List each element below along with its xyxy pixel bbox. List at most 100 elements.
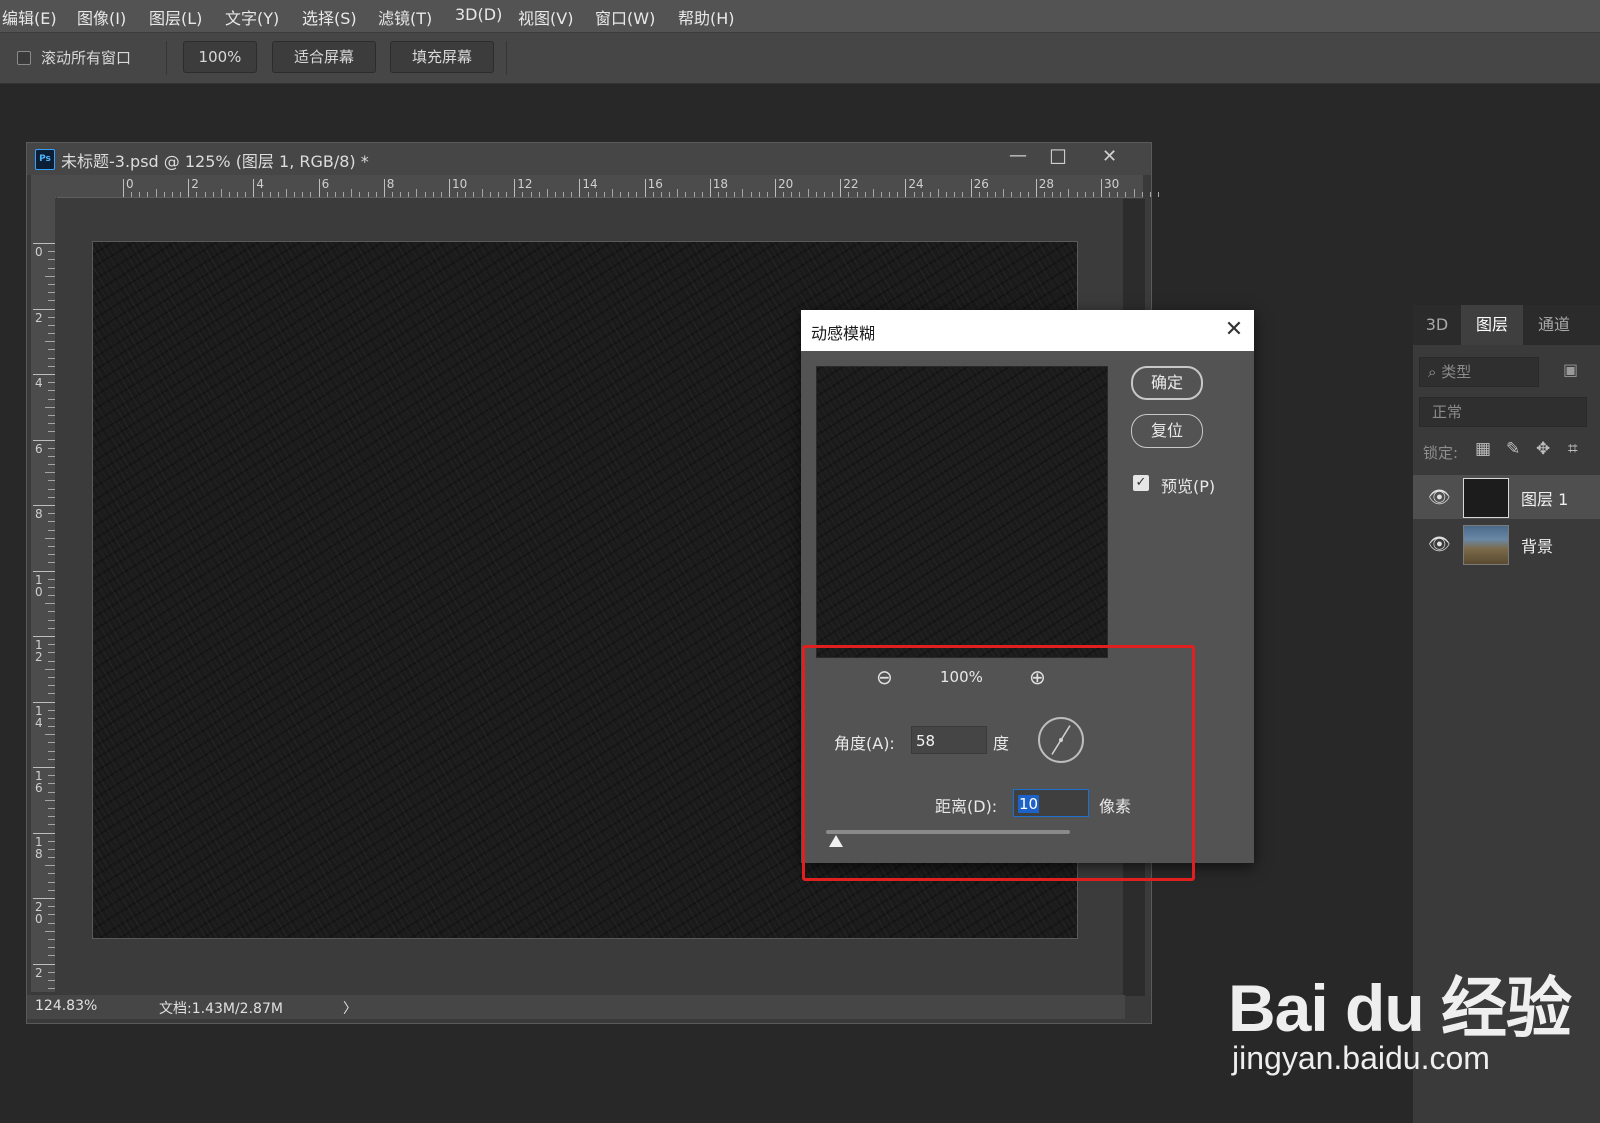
- baidu-jingyan-watermark-logo: Bai du 经验: [1228, 955, 1572, 1051]
- menu-filter[interactable]: 滤镜(T): [378, 5, 432, 29]
- ruler-minor-tick: [856, 192, 858, 197]
- ruler-tick: [253, 179, 255, 197]
- photoshop-file-icon: Ps: [35, 149, 55, 170]
- ruler-minor-tick: [302, 192, 304, 197]
- tab-layers[interactable]: 图层: [1461, 305, 1523, 345]
- ruler-minor-tick: [799, 192, 801, 197]
- layer-name: 背景: [1521, 537, 1554, 556]
- preview-checkbox[interactable]: ✓: [1133, 475, 1149, 491]
- lock-position-icon[interactable]: ✥: [1536, 439, 1550, 459]
- ruler-minor-tick: [45, 668, 55, 670]
- status-menu-arrow-icon[interactable]: 〉: [343, 998, 357, 1018]
- ruler-minor-tick: [1003, 189, 1005, 197]
- scroll-all-label: 滚动所有窗口: [41, 49, 132, 67]
- ruler-minor-tick: [497, 192, 499, 197]
- menu-help[interactable]: 帮助(H): [678, 5, 735, 29]
- ruler-minor-tick: [48, 750, 55, 752]
- ruler-minor-tick: [48, 455, 55, 457]
- lock-transparency-icon[interactable]: ▦: [1475, 439, 1491, 459]
- dialog-title-bar[interactable]: 动感模糊 ✕: [801, 310, 1254, 351]
- visibility-eye-icon[interactable]: 👁: [1428, 487, 1451, 508]
- ruler-minor-tick: [48, 816, 55, 818]
- ruler-minor-tick: [432, 192, 434, 197]
- menu-3d[interactable]: 3D(D): [455, 5, 502, 24]
- ruler-minor-tick: [48, 955, 55, 957]
- blend-mode-select[interactable]: 正常: [1419, 397, 1587, 427]
- menu-image[interactable]: 图像(I): [77, 5, 126, 29]
- layer-filter-field[interactable]: ⌕ 类型: [1419, 357, 1539, 387]
- ruler-minor-tick: [48, 414, 55, 416]
- ruler-label: 6: [35, 441, 43, 456]
- document-title: 未标题-3.psd @ 125% (图层 1, RGB/8) *: [61, 152, 369, 171]
- ruler-minor-tick: [962, 192, 964, 197]
- ruler-minor-tick: [48, 390, 55, 392]
- ruler-minor-tick: [48, 283, 55, 285]
- layer-thumbnail: [1463, 525, 1509, 565]
- ruler-minor-tick: [351, 189, 353, 197]
- ruler-label: 18: [712, 177, 729, 191]
- fill-screen-button[interactable]: 填充屏幕: [390, 41, 494, 73]
- image-filter-icon[interactable]: ▣: [1563, 360, 1578, 379]
- ruler-minor-tick: [163, 192, 165, 197]
- filter-preview[interactable]: [816, 366, 1108, 658]
- minimize-icon[interactable]: —: [1009, 145, 1027, 166]
- ruler-minor-tick: [48, 611, 55, 613]
- ruler-minor-tick: [783, 192, 785, 197]
- ruler-minor-tick: [45, 406, 55, 408]
- ruler-label: 1 6: [35, 769, 43, 795]
- menu-view[interactable]: 视图(V): [518, 5, 573, 29]
- ruler-tick: [970, 179, 972, 197]
- ruler-minor-tick: [815, 192, 817, 197]
- menu-window[interactable]: 窗口(W): [595, 5, 655, 29]
- maximize-icon[interactable]: ☐: [1049, 145, 1067, 169]
- layer-row[interactable]: 👁 背景: [1413, 522, 1600, 566]
- ruler-minor-tick: [48, 971, 55, 973]
- document-title-bar[interactable]: Ps 未标题-3.psd @ 125% (图层 1, RGB/8) * — ☐ …: [27, 143, 1151, 175]
- ruler-minor-tick: [1076, 192, 1078, 197]
- ruler-label: 1 2: [35, 638, 43, 664]
- visibility-eye-icon[interactable]: 👁: [1428, 534, 1451, 555]
- ok-button[interactable]: 确定: [1131, 366, 1203, 400]
- ruler-minor-tick: [563, 192, 565, 197]
- scroll-all-checkbox[interactable]: [17, 51, 31, 65]
- ruler-minor-tick: [954, 192, 956, 197]
- ruler-tick: [449, 179, 450, 197]
- ruler-minor-tick: [986, 192, 988, 197]
- menu-type[interactable]: 文字(Y): [225, 5, 279, 29]
- ruler-label: 30: [1104, 177, 1120, 191]
- ruler-label: 1 0: [35, 572, 43, 599]
- ruler-minor-tick: [269, 192, 271, 197]
- fit-screen-button[interactable]: 适合屏幕: [272, 41, 376, 73]
- ruler-minor-tick: [286, 189, 287, 197]
- ruler-minor-tick: [155, 189, 157, 197]
- ruler-minor-tick: [48, 742, 55, 744]
- ruler-tick: [644, 179, 646, 197]
- dialog-close-icon[interactable]: ✕: [1222, 318, 1246, 342]
- tab-3d[interactable]: 3D: [1413, 305, 1461, 345]
- ruler-minor-tick: [400, 192, 402, 197]
- layer-row[interactable]: 👁 图层 1: [1413, 475, 1600, 519]
- search-icon: ⌕: [1428, 363, 1437, 381]
- ruler-minor-tick: [701, 192, 703, 197]
- tab-channels[interactable]: 通道: [1523, 305, 1585, 345]
- zoom-100-button[interactable]: 100%: [183, 41, 257, 73]
- ruler-minor-tick: [48, 382, 55, 384]
- ruler-minor-tick: [48, 554, 55, 556]
- close-icon[interactable]: ✕: [1102, 146, 1117, 167]
- reset-button[interactable]: 复位: [1131, 414, 1203, 448]
- menu-layer[interactable]: 图层(L): [149, 5, 202, 29]
- ruler-minor-tick: [48, 447, 55, 449]
- ruler-minor-tick: [717, 192, 719, 197]
- horizontal-ruler[interactable]: 0 2 4 6 8 10 12 14 16 18 20 22 24 26 28 30: [57, 175, 1160, 198]
- menu-select[interactable]: 选择(S): [302, 5, 357, 29]
- ruler-label: 0: [35, 245, 43, 259]
- ruler-minor-tick: [734, 192, 736, 197]
- lock-paint-icon[interactable]: ✎: [1506, 439, 1520, 459]
- ruler-minor-tick: [530, 192, 532, 197]
- ruler-label: 8: [386, 177, 395, 191]
- zoom-readout[interactable]: 124.83%: [35, 998, 97, 1014]
- lock-artboard-icon[interactable]: ⌗: [1568, 439, 1578, 459]
- menu-edit[interactable]: 编辑(E): [2, 5, 57, 29]
- vertical-ruler[interactable]: 0 2 4 6 8 1 0 1 2 1 4 1 6 1 8 2 0 2: [31, 197, 56, 992]
- ruler-minor-tick: [1027, 192, 1029, 197]
